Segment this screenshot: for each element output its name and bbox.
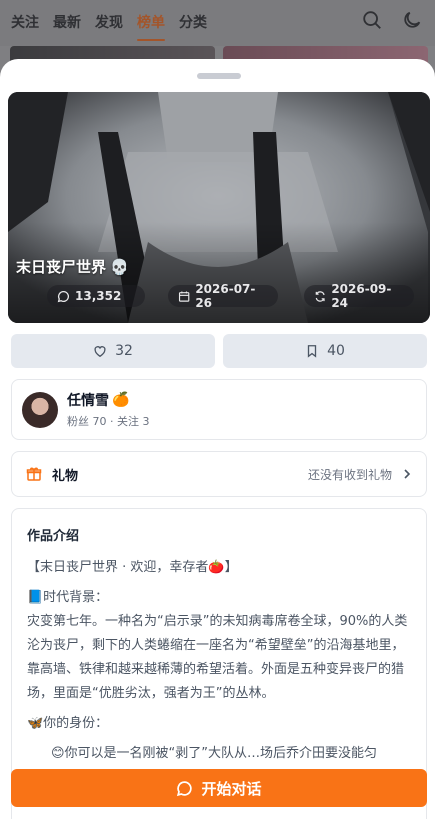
intro-line: 📘时代背景：	[27, 590, 109, 605]
heart-icon	[94, 346, 106, 358]
chat-bubble-icon	[177, 780, 193, 796]
skull-icon: 💀	[110, 257, 129, 276]
refresh-icon	[315, 290, 325, 302]
chevron-right-icon	[404, 469, 411, 479]
author-card[interactable]: 任情雪 🍊 粉丝 70 · 关注 3	[11, 379, 427, 440]
tab-discover[interactable]: 发现	[95, 3, 123, 43]
start-chat-label: 开始对话	[201, 779, 262, 798]
created-date-badge: 2026-07-26	[168, 282, 278, 310]
story-detail-sheet: 末日丧尸世界 💀 13,352 2026-07-26 2026-09-24 32…	[0, 59, 435, 819]
tab-ranking[interactable]: 榜单	[137, 3, 165, 43]
author-name: 任情雪 🍊	[67, 390, 149, 410]
tab-latest[interactable]: 最新	[53, 3, 81, 43]
top-nav: 关注 最新 发现 榜单 分类	[0, 0, 435, 46]
like-button[interactable]: 32	[11, 334, 215, 368]
moon-icon[interactable]	[401, 9, 423, 35]
tab-category[interactable]: 分类	[179, 3, 207, 43]
created-date: 2026-07-26	[195, 282, 256, 310]
gift-status: 还没有收到礼物	[308, 466, 412, 483]
search-icon[interactable]	[361, 9, 383, 35]
updated-date: 2026-09-24	[331, 282, 392, 310]
updated-date-badge: 2026-09-24	[304, 282, 414, 310]
story-title-text: 末日丧尸世界	[16, 258, 107, 276]
tab-following[interactable]: 关注	[11, 3, 39, 43]
author-name-text: 任情雪	[67, 393, 109, 409]
orange-icon: 🍊	[112, 392, 130, 408]
bookmark-icon	[307, 345, 317, 358]
gift-label: 礼物	[52, 468, 79, 484]
intro-line: 🦋你的身份：	[27, 716, 109, 731]
intro-line: 【末日丧尸世界 · 欢迎，幸存者🍅】	[27, 560, 238, 575]
comment-count-badge: 13,352	[47, 285, 145, 307]
comment-count: 13,352	[75, 289, 122, 303]
author-avatar[interactable]	[22, 391, 58, 428]
gift-status-text: 还没有收到礼物	[307, 467, 392, 482]
intro-heading: 作品介绍	[27, 529, 80, 544]
gift-icon	[26, 467, 42, 481]
engagement-buttons: 32 40	[11, 334, 427, 368]
chat-bubble-icon	[57, 290, 69, 302]
gift-row[interactable]: 礼物 还没有收到礼物	[11, 451, 427, 497]
intro-paragraph: 灾变第七年。一种名为“启示录”的未知病毒席卷全球，90%的人类沦为丧尸，剩下的人…	[27, 614, 408, 701]
bookmark-count: 40	[327, 343, 345, 359]
story-cover: 末日丧尸世界 💀 13,352 2026-07-26 2026-09-24	[8, 92, 430, 323]
sheet-drag-handle[interactable]	[197, 73, 241, 79]
author-meta: 粉丝 70 · 关注 3	[67, 415, 150, 428]
calendar-icon	[178, 290, 190, 302]
story-title: 末日丧尸世界 💀	[16, 256, 129, 277]
like-count: 32	[115, 343, 133, 359]
intro-line: 😊你可以是一名刚被“剥了”大队从…场后乔介田要没能匀	[51, 746, 378, 761]
bookmark-button[interactable]: 40	[223, 334, 427, 368]
start-chat-button[interactable]: 开始对话	[11, 769, 427, 807]
